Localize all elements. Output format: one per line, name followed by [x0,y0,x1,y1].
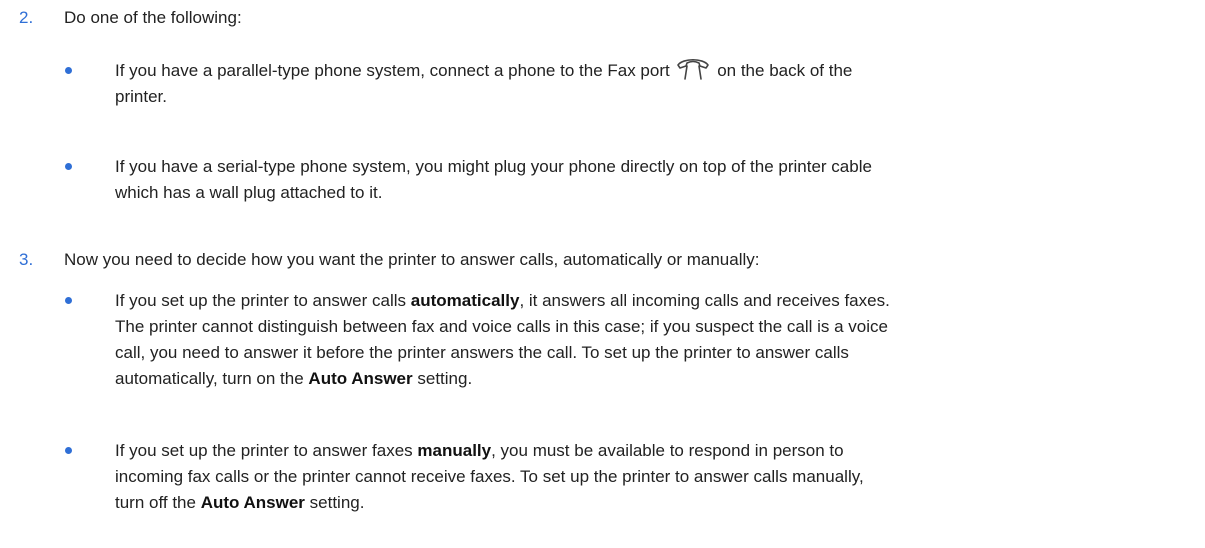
bullet-text: If you have a serial-type phone system, … [115,157,872,202]
bullet-icon [65,447,72,454]
fax-port-icon [677,58,710,80]
step-text: Do one of the following: [64,8,242,27]
bullet-text: If you have a parallel-type phone system… [115,58,1195,110]
bullet-text: If you set up the printer to answer call… [115,291,890,388]
bullet-icon [65,67,72,74]
step-text: Now you need to decide how you want the … [64,250,760,269]
step-number: 2. [19,8,34,27]
step-number: 3. [19,250,34,269]
emphasis-text: Auto Answer [200,493,305,512]
emphasis-text: Auto Answer [308,369,413,388]
emphasis-text: automatically [410,291,520,310]
bullet-text: If you set up the printer to answer faxe… [115,441,864,512]
bullet-icon [65,297,72,304]
emphasis-text: manually [417,441,492,460]
bullet-icon [65,163,72,170]
